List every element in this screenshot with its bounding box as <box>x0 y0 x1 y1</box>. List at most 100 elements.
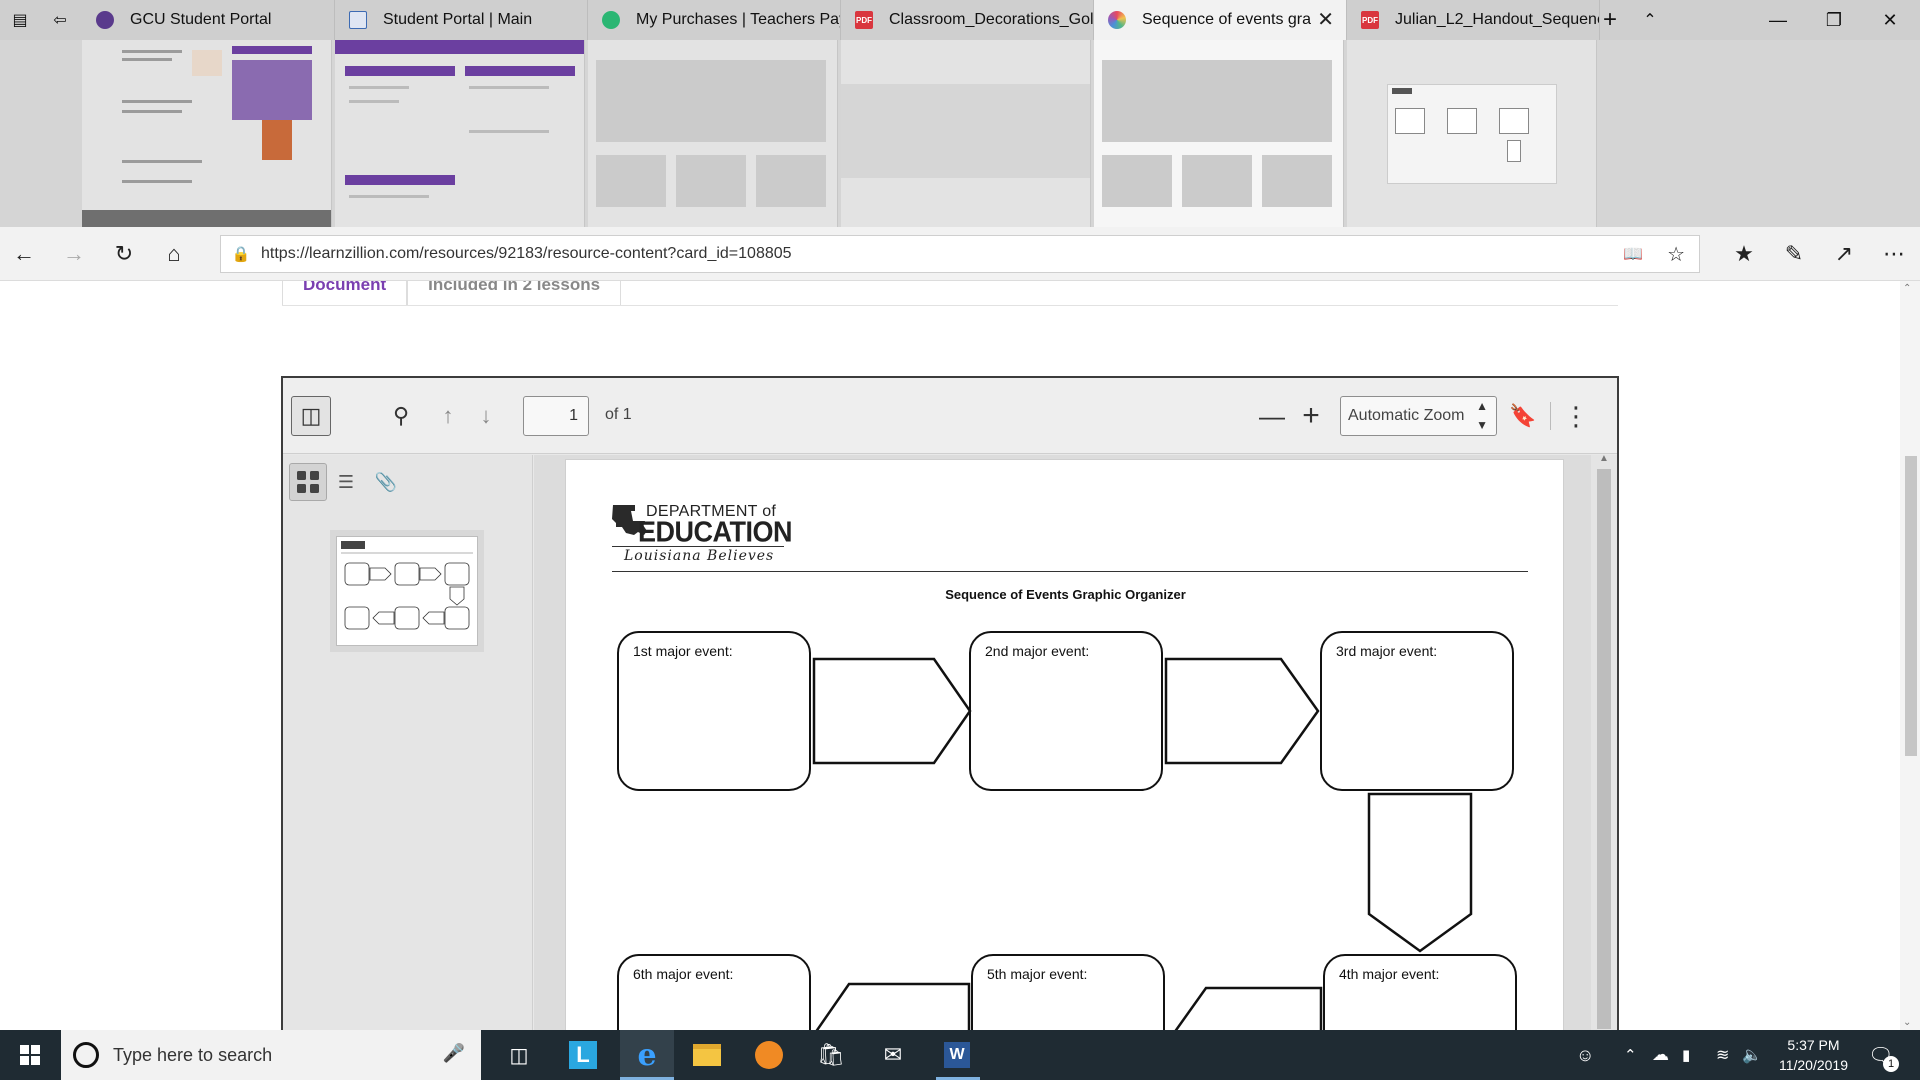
pdf-page: DEPARTMENT of EDUCATION Louisiana Believ… <box>565 459 1564 1030</box>
file-explorer-folder-icon[interactable] <box>682 1030 732 1080</box>
web-page: Document Included in 2 lessons ◫ ⚲ ↑ ↓ 1… <box>0 281 1920 1030</box>
pdf-viewer: ◫ ⚲ ↑ ↓ 1 of 1 — + Automatic Zoom ▲ ▼ 🔖 ⋮… <box>281 376 1619 1030</box>
reading-view-icon[interactable]: 📖 <box>1623 244 1643 264</box>
pdf-scrollbar[interactable]: ▲ <box>1591 453 1617 1030</box>
browser-title-bar: ▤ ⇦ GCU Student Portal Student Portal | … <box>0 0 1920 40</box>
edge-browser-icon[interactable]: e <box>620 1030 674 1080</box>
tpt-apple-icon <box>602 11 620 29</box>
show-hidden-icons-chevron-up-icon[interactable]: ⌃ <box>1624 1030 1637 1080</box>
arrow-left-5-to-6 <box>815 982 971 1030</box>
wifi-icon[interactable]: ≋ <box>1716 1030 1729 1080</box>
outline-view-icon[interactable]: ☰ <box>327 463 365 501</box>
windows-taskbar: Type here to search 🎤 ◫ L e 🛍 ✉ W ☺ ⌃ ☁ … <box>0 1030 1920 1080</box>
tab-document[interactable]: Document <box>282 281 408 305</box>
learnzillion-app-icon[interactable]: L <box>558 1030 608 1080</box>
favorites-list-icon[interactable]: ★ <box>1724 235 1764 273</box>
new-tab-icon[interactable]: + <box>1590 0 1630 40</box>
close-window-icon[interactable]: ✕ <box>1862 0 1918 40</box>
select-updown-icon: ▲ ▼ <box>1476 399 1488 432</box>
tab-student-portal-main[interactable]: Student Portal | Main <box>335 0 588 40</box>
microphone-icon[interactable]: 🎤 <box>443 1043 465 1064</box>
arrow-right-1-to-2 <box>812 657 972 765</box>
tab-preview-sequence-of-events[interactable] <box>1094 40 1344 227</box>
zoom-out-icon[interactable]: — <box>1252 396 1292 436</box>
document-icon <box>349 11 367 29</box>
clock-date: 11/20/2019 <box>1778 1057 1848 1073</box>
tab-included-in-lessons[interactable]: Included in 2 lessons <box>407 281 622 305</box>
tab-my-purchases[interactable]: My Purchases | Teachers Pay <box>588 0 841 40</box>
tab-sequence-of-events[interactable]: Sequence of events gra ✕ <box>1094 0 1347 40</box>
tab-classroom-decorations[interactable]: PDF Classroom_Decorations_Gol <box>841 0 1094 40</box>
pdf-scrollbar-thumb[interactable] <box>1597 469 1611 1029</box>
tab-preview-julian-handout[interactable] <box>1347 40 1597 227</box>
url-field[interactable]: 🔒 https://learnzillion.com/resources/921… <box>220 235 1700 273</box>
taskbar-search-box[interactable]: Type here to search 🎤 <box>61 1030 481 1080</box>
tab-title: Julian_L2_Handout_Sequenc <box>1395 11 1599 28</box>
page-number-input[interactable]: 1 <box>523 396 589 436</box>
tab-previews-strip <box>0 40 1920 227</box>
onedrive-cloud-icon[interactable]: ☁ <box>1652 1030 1669 1080</box>
search-icon[interactable]: ⚲ <box>381 396 421 436</box>
action-center-notification-icon[interactable]: 🗨 <box>1868 1030 1893 1080</box>
page-thumbnail[interactable] <box>336 536 478 646</box>
windows-start-icon[interactable] <box>0 1030 60 1080</box>
page-count: of 1 <box>605 406 632 423</box>
zoom-select[interactable]: Automatic Zoom ▲ ▼ <box>1340 396 1497 436</box>
tab-preview-classroom-decorations[interactable] <box>841 40 1091 227</box>
tab-julian-handout[interactable]: PDF Julian_L2_Handout_Sequenc <box>1347 0 1600 40</box>
tab-title: Classroom_Decorations_Gol <box>889 11 1093 28</box>
mail-envelope-icon[interactable]: ✉ <box>868 1030 918 1080</box>
hide-previews-chevron-up-icon[interactable]: ⌃ <box>1630 0 1670 40</box>
minimize-icon[interactable]: — <box>1750 0 1806 40</box>
attachments-paperclip-icon[interactable]: 📎 <box>367 463 405 501</box>
people-icon[interactable]: ☺ <box>1576 1030 1594 1080</box>
restore-icon[interactable]: ❐ <box>1806 0 1862 40</box>
toolbar-separator <box>1550 402 1551 430</box>
tab-preview-my-purchases[interactable] <box>588 40 838 227</box>
microsoft-word-icon[interactable]: W <box>930 1030 984 1080</box>
zoom-in-icon[interactable]: + <box>1291 396 1331 436</box>
clock-time: 5:37 PM <box>1787 1037 1840 1053</box>
tab-preview-student-portal[interactable] <box>335 40 585 227</box>
home-icon[interactable]: ⌂ <box>154 235 194 273</box>
pen-notes-icon[interactable]: ✎ <box>1774 235 1814 273</box>
close-tab-icon[interactable]: ✕ <box>1317 10 1334 30</box>
tab-list-icon[interactable]: ▤ <box>0 0 40 40</box>
previous-page-arrow-icon[interactable]: ↑ <box>433 396 463 436</box>
scroll-up-chevron-icon[interactable]: ▲ <box>1591 453 1617 464</box>
thumbnails-view-icon[interactable] <box>289 463 327 501</box>
more-menu-icon[interactable]: ⋯ <box>1874 235 1914 273</box>
battery-icon[interactable]: ▮ <box>1682 1030 1690 1080</box>
back-arrow-icon[interactable]: ← <box>4 235 44 273</box>
microsoft-store-bag-icon[interactable]: 🛍 <box>806 1030 856 1080</box>
set-tabs-aside-icon[interactable]: ⇦ <box>40 0 80 40</box>
next-page-arrow-icon[interactable]: ↓ <box>471 396 501 436</box>
refresh-icon[interactable]: ↻ <box>104 235 144 273</box>
more-tools-icon[interactable]: ⋮ <box>1561 396 1591 436</box>
page-scrollbar-thumb[interactable] <box>1905 456 1917 756</box>
cortana-circle-icon <box>73 1042 99 1068</box>
rainbow-circle-icon <box>1108 11 1126 29</box>
sidebar-toggle-icon[interactable]: ◫ <box>291 396 331 436</box>
pdf-document-area: DEPARTMENT of EDUCATION Louisiana Believ… <box>534 453 1617 1030</box>
scroll-down-chevron-icon[interactable]: ⌄ <box>1903 1017 1911 1028</box>
scroll-up-chevron-icon[interactable]: ⌃ <box>1903 283 1911 294</box>
volume-speaker-icon[interactable]: 🔈 <box>1742 1030 1762 1080</box>
resource-tabs: Document Included in 2 lessons <box>282 281 622 305</box>
task-view-icon[interactable]: ◫ <box>494 1030 544 1080</box>
lock-icon: 🔒 <box>231 246 251 263</box>
share-icon[interactable]: ↗ <box>1824 235 1864 273</box>
bookmark-icon[interactable]: 🔖 <box>1508 396 1538 436</box>
forward-arrow-icon[interactable]: → <box>54 235 94 273</box>
arrow-left-4-to-5 <box>1174 986 1323 1030</box>
tab-preview-gcu[interactable] <box>82 40 332 227</box>
tab-gcu-student-portal[interactable]: GCU Student Portal <box>82 0 335 40</box>
pdf-toolbar: ◫ ⚲ ↑ ↓ 1 of 1 — + Automatic Zoom ▲ ▼ 🔖 ⋮ <box>283 378 1617 454</box>
notification-count-badge: 1 <box>1883 1056 1899 1072</box>
search-placeholder: Type here to search <box>113 1044 273 1065</box>
emoji-app-icon[interactable] <box>744 1030 794 1080</box>
url-text: https://learnzillion.com/resources/92183… <box>261 245 792 262</box>
page-scrollbar[interactable]: ⌃ ⌄ <box>1900 281 1920 1030</box>
system-clock[interactable]: 5:37 PM 11/20/2019 <box>1779 1035 1848 1075</box>
favorite-star-icon[interactable]: ☆ <box>1667 242 1685 267</box>
